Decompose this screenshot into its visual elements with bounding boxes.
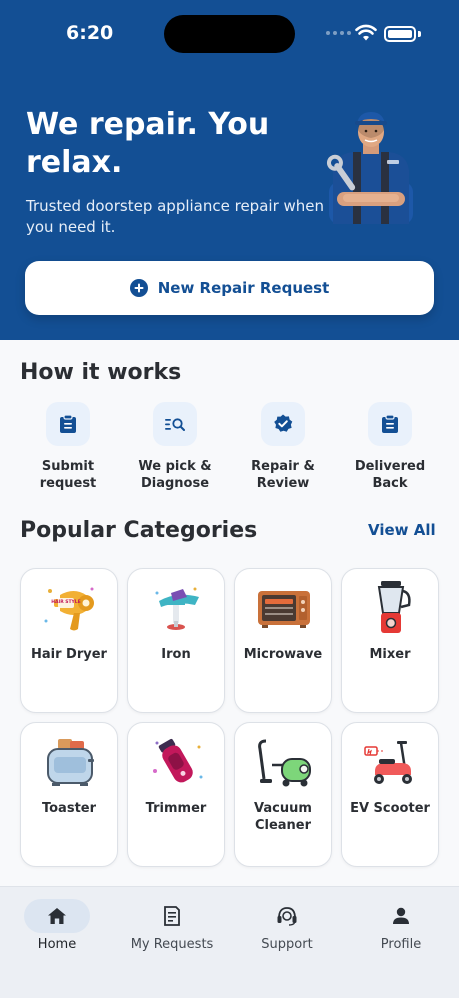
view-all-link[interactable]: View All (368, 521, 436, 539)
category-card-iron[interactable]: Iron (127, 568, 225, 713)
profile-icon (368, 899, 434, 933)
popular-categories-title: Popular Categories (20, 518, 258, 543)
step-pick-diagnose: We pick & Diagnose (125, 402, 225, 492)
category-card-trimmer[interactable]: Trimmer (127, 722, 225, 867)
cellular-signal-icon (326, 31, 351, 35)
step-label: We pick & Diagnose (138, 459, 212, 491)
nav-item-home[interactable]: Home (7, 899, 107, 952)
technician-illustration (326, 112, 413, 224)
new-repair-request-label: New Repair Request (157, 279, 330, 297)
trimmer-icon (153, 738, 203, 783)
clipboard-icon (368, 402, 412, 446)
category-label: Mixer (369, 647, 411, 662)
category-label: Trimmer (145, 801, 207, 816)
nav-label: Support (261, 937, 313, 952)
hair-dryer-icon: HAIR STYLE (44, 587, 94, 631)
plus-circle-icon (129, 279, 148, 297)
battery-icon (384, 26, 416, 42)
category-card-vacuum-cleaner[interactable]: Vacuum Cleaner (234, 722, 332, 867)
hero-subtitle: Trusted doorstep appliance repair when y… (26, 197, 325, 236)
category-label: Iron (161, 647, 191, 662)
requests-icon (139, 899, 205, 933)
category-card-mixer[interactable]: Mixer (341, 568, 439, 713)
nav-item-my-requests[interactable]: My Requests (122, 899, 222, 952)
nav-label: Home (37, 937, 77, 952)
ev-scooter-icon (364, 741, 412, 784)
category-card-hair-dryer[interactable]: HAIR STYLE Hair Dryer (20, 568, 118, 713)
hero-title: We repair. You relax. (26, 107, 270, 180)
wifi-icon (355, 24, 377, 41)
hero-banner: 6:20 We repair. You relax. Trusted doors… (0, 0, 459, 340)
nav-label: Profile (380, 937, 422, 952)
category-label: Vacuum Cleaner (254, 801, 312, 833)
hair-style-logo-text: HAIR STYLE (51, 599, 80, 605)
clipboard-icon (46, 402, 90, 446)
category-label: Toaster (41, 801, 97, 816)
step-label: Repair & Review (251, 459, 315, 491)
step-label: Submit request (39, 459, 97, 491)
mixer-icon (377, 581, 411, 633)
category-card-microwave[interactable]: Microwave (234, 568, 332, 713)
status-time: 6:20 (66, 22, 114, 44)
list-search-icon (153, 402, 197, 446)
microwave-icon (258, 591, 310, 628)
support-icon (254, 899, 320, 933)
step-repair-review: Repair & Review (233, 402, 333, 492)
new-repair-request-button[interactable]: New Repair Request (25, 261, 434, 315)
category-label: EV Scooter (350, 801, 430, 816)
iron-icon (155, 587, 199, 630)
nav-label: My Requests (130, 937, 214, 952)
toaster-icon (47, 739, 94, 786)
step-delivered-back: Delivered Back (340, 402, 440, 492)
how-it-works-title: How it works (20, 360, 182, 385)
verified-badge-icon (261, 402, 305, 446)
nav-item-profile[interactable]: Profile (351, 899, 451, 952)
category-label: Microwave (243, 647, 323, 662)
step-submit-request: Submit request (18, 402, 118, 492)
vacuum-cleaner-icon (258, 739, 311, 787)
category-card-toaster[interactable]: Toaster (20, 722, 118, 867)
dynamic-island (164, 15, 295, 53)
bottom-navigation: Home My Requests Support Profile (0, 886, 459, 998)
category-label: Hair Dryer (31, 647, 107, 662)
home-icon (24, 899, 90, 933)
nav-item-support[interactable]: Support (237, 899, 337, 952)
category-card-ev-scooter[interactable]: EV Scooter (341, 722, 439, 867)
step-label: Delivered Back (354, 459, 426, 491)
